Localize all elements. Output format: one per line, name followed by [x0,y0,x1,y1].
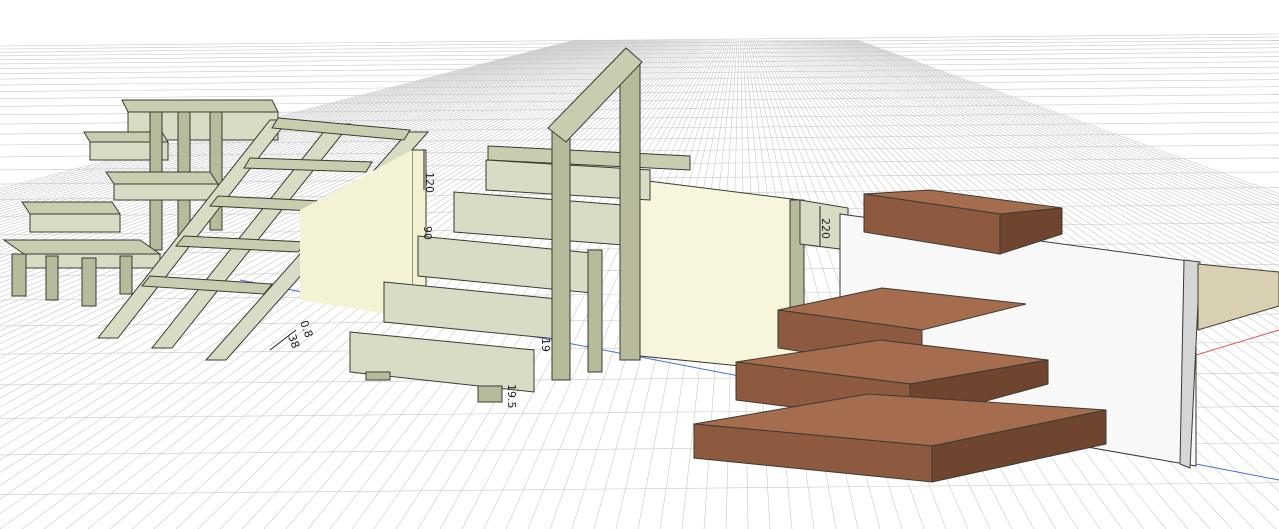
dim-label-19: 19 [539,338,552,352]
3d-viewport[interactable]: 120 90 220 0.8 38 19 19.5 [0,0,1279,529]
tower-board-3-front [29,213,121,233]
stair-step-4 [383,281,569,341]
stair-step-3 [417,235,603,295]
dim-label-38: 38 [285,333,302,351]
white-panel-edge [1179,259,1201,469]
stair-step-5 [349,331,535,393]
tower-leg-4 [119,255,133,295]
stair-foot-1 [365,371,391,381]
dim-label-90: 90 [421,226,434,240]
tower-board-3 [21,201,121,215]
dim-label-19.5: 19.5 [505,384,518,409]
tower-board-2-front [113,183,219,201]
tower-board-2 [105,171,219,185]
rail-post-back [587,249,603,373]
rail-post-left [551,129,571,381]
scene-canvas[interactable]: 120 90 220 0.8 38 19 19.5 [0,0,1279,529]
dim-label-220: 220 [819,218,832,239]
tower-leg-3 [81,257,97,307]
rail-post-right [619,61,641,361]
ladder-tread-3 [174,235,308,253]
dim-label-0.8: 0.8 [297,319,315,340]
tower-leg-1 [11,253,27,297]
dim-label-120: 120 [423,172,436,193]
tower-board-4 [2,239,162,255]
panel-cream-face [639,179,801,373]
tower-leg-2 [45,255,59,301]
grid-line [0,482,1279,496]
stair-foot-2 [477,385,503,403]
tower-top-board [121,99,279,113]
